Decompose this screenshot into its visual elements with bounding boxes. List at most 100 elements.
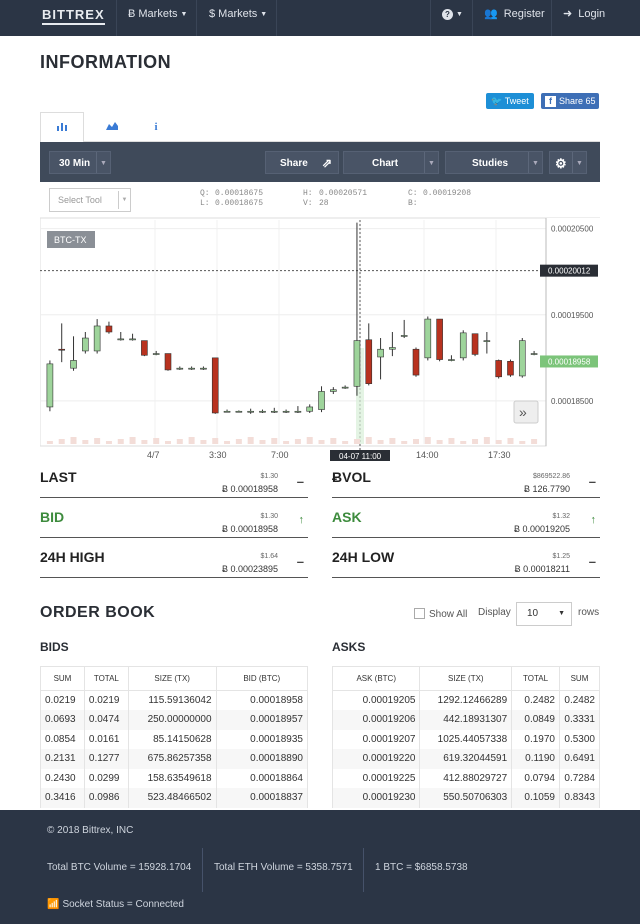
candle-body[interactable] — [105, 325, 113, 333]
candle-body[interactable] — [176, 367, 184, 370]
candle-body[interactable] — [518, 340, 526, 377]
candle-body[interactable] — [448, 359, 455, 361]
column-header[interactable]: SUM — [40, 666, 85, 691]
table-row[interactable]: 0.00019206 442.18931307 0.0849 0.3331 — [331, 710, 601, 730]
candle-body[interactable] — [507, 360, 514, 376]
candle-body[interactable] — [282, 410, 290, 413]
candle-body[interactable] — [306, 406, 314, 412]
stat-btc: Ƀ 0.00018958 — [221, 524, 278, 534]
candle-body[interactable] — [424, 318, 432, 359]
candle-body[interactable] — [70, 360, 77, 369]
x-tick-label: 14:00 — [416, 450, 439, 460]
studies-select[interactable]: Studies ▼ — [445, 151, 543, 174]
btc-markets-menu[interactable]: Ƀ Markets ▼ — [128, 0, 187, 36]
table-row[interactable]: 0.00019230 550.50706303 0.1059 0.8343 — [331, 788, 601, 808]
table-row[interactable]: 0.0219 0.0219 115.59136042 0.00018958 — [40, 690, 309, 710]
crosshair-price-label: 0.00020012 — [548, 267, 591, 276]
candle-body[interactable] — [93, 325, 101, 352]
table-row[interactable]: 0.0693 0.0474 250.00000000 0.00018957 — [40, 710, 309, 730]
candle-body[interactable] — [235, 410, 243, 413]
candle-body[interactable] — [200, 367, 207, 370]
candle-body[interactable] — [436, 318, 443, 360]
table-row[interactable]: 0.00019207 1025.44057338 0.1970 0.5300 — [331, 729, 601, 749]
column-header[interactable]: SUM — [558, 666, 601, 691]
show-all-checkbox[interactable] — [414, 608, 425, 619]
candle-body[interactable] — [247, 410, 254, 413]
table-row[interactable]: 0.3416 0.0986 523.48466502 0.00018837 — [40, 788, 309, 808]
table-row[interactable]: 0.00019225 412.88029727 0.0794 0.7284 — [331, 768, 601, 788]
candle-body[interactable] — [223, 410, 231, 413]
candle-body[interactable] — [294, 410, 302, 413]
nav-divider — [551, 0, 552, 36]
candle-body[interactable] — [46, 363, 54, 408]
chart-share-button[interactable]: Share ⇗ — [265, 151, 339, 174]
candle-body[interactable] — [117, 338, 125, 341]
chart-settings-button[interactable]: ⚙ ▼ — [549, 151, 587, 174]
tab-candlestick[interactable] — [40, 112, 84, 143]
candle-body[interactable] — [365, 339, 373, 384]
column-header[interactable]: TOTAL — [83, 666, 129, 691]
chart-type-select[interactable]: Chart ▼ — [343, 151, 439, 174]
rows-label: rows — [578, 607, 600, 618]
select-tool-dropdown[interactable]: Select Tool ▼ — [49, 188, 131, 212]
plot-area[interactable] — [39, 217, 547, 447]
candlestick-chart[interactable]: 0.00020500 0.00019500 0.00018500 BTC-TX 0.00… — [39, 217, 600, 463]
candle-body[interactable] — [259, 410, 266, 413]
column-header[interactable]: SIZE (TX) — [127, 666, 217, 691]
stat-btc: Ƀ 0.00018211 — [514, 564, 570, 574]
candle-body[interactable] — [495, 360, 502, 378]
candle-body[interactable] — [377, 348, 384, 358]
candle-body[interactable] — [341, 386, 349, 389]
help-menu[interactable]: ? ▼ — [442, 0, 463, 36]
candle-body[interactable] — [459, 332, 467, 359]
caret-down-icon: ▼ — [424, 152, 438, 173]
order-book-title: ORDER BOOK — [40, 604, 156, 621]
brand-logo[interactable]: BITTREX — [42, 8, 105, 25]
candle-body[interactable] — [389, 347, 396, 350]
candle-body[interactable] — [129, 338, 136, 341]
register-link[interactable]: 👥 Register — [484, 0, 545, 36]
show-all-toggle[interactable]: Show All — [414, 608, 467, 620]
nav-divider — [430, 0, 431, 36]
candle-body[interactable] — [530, 353, 538, 355]
tweet-button[interactable]: 🐦 Tweet — [486, 93, 534, 109]
usd-markets-menu[interactable]: $ Markets ▼ — [209, 0, 267, 36]
column-header[interactable]: TOTAL — [511, 666, 560, 691]
table-cell: 0.3331 — [558, 710, 601, 730]
tab-info[interactable]: i — [134, 112, 178, 142]
table-row[interactable]: 0.00019205 1292.12466289 0.2482 0.2482 — [331, 690, 601, 710]
candle-body[interactable] — [330, 389, 337, 392]
candle-body[interactable] — [400, 335, 408, 337]
candle-body[interactable] — [141, 340, 148, 356]
display-rows-select[interactable]: 10 ▼ — [516, 602, 572, 626]
candle-body[interactable] — [164, 353, 172, 371]
double-chevron-right-icon[interactable]: » — [519, 404, 527, 420]
tab-depth[interactable] — [90, 112, 134, 142]
candle-body[interactable] — [318, 391, 325, 410]
btc-markets-label: Ƀ Markets — [128, 8, 178, 20]
facebook-share-button[interactable]: f Share 65 — [541, 93, 599, 109]
area-chart-icon — [106, 122, 118, 130]
candle-body[interactable] — [188, 367, 195, 370]
price-chart[interactable]: 0.00020500 0.00019500 0.00018500 BTC-TX 0.00… — [39, 217, 600, 463]
table-row[interactable]: 0.2430 0.0299 158.63549618 0.00018864 — [40, 768, 309, 788]
column-header[interactable]: ASK (BTC) — [331, 666, 421, 691]
interval-select[interactable]: 30 Min ▼ — [49, 151, 111, 174]
dash-icon: – — [588, 474, 596, 489]
candle-body[interactable] — [82, 337, 89, 352]
table-row[interactable]: 0.2131 0.1277 675.86257358 0.00018890 — [40, 749, 309, 769]
candle-body[interactable] — [58, 348, 66, 351]
candle-body[interactable] — [152, 353, 160, 355]
column-header[interactable]: BID (BTC) — [215, 666, 309, 691]
candle-body[interactable] — [353, 340, 361, 387]
candle-body[interactable] — [412, 348, 420, 376]
login-link[interactable]: ➜ Login — [563, 0, 605, 36]
candle-body[interactable] — [270, 410, 278, 413]
stat-label: LAST — [40, 469, 77, 485]
candle-body[interactable] — [483, 340, 491, 342]
candle-body[interactable] — [471, 333, 479, 355]
table-row[interactable]: 0.00019220 619.32044591 0.1190 0.6491 — [331, 749, 601, 769]
table-row[interactable]: 0.0854 0.0161 85.14150628 0.00018935 — [40, 729, 309, 749]
column-header[interactable]: SIZE (TX) — [419, 666, 513, 691]
candle-body[interactable] — [211, 357, 219, 414]
